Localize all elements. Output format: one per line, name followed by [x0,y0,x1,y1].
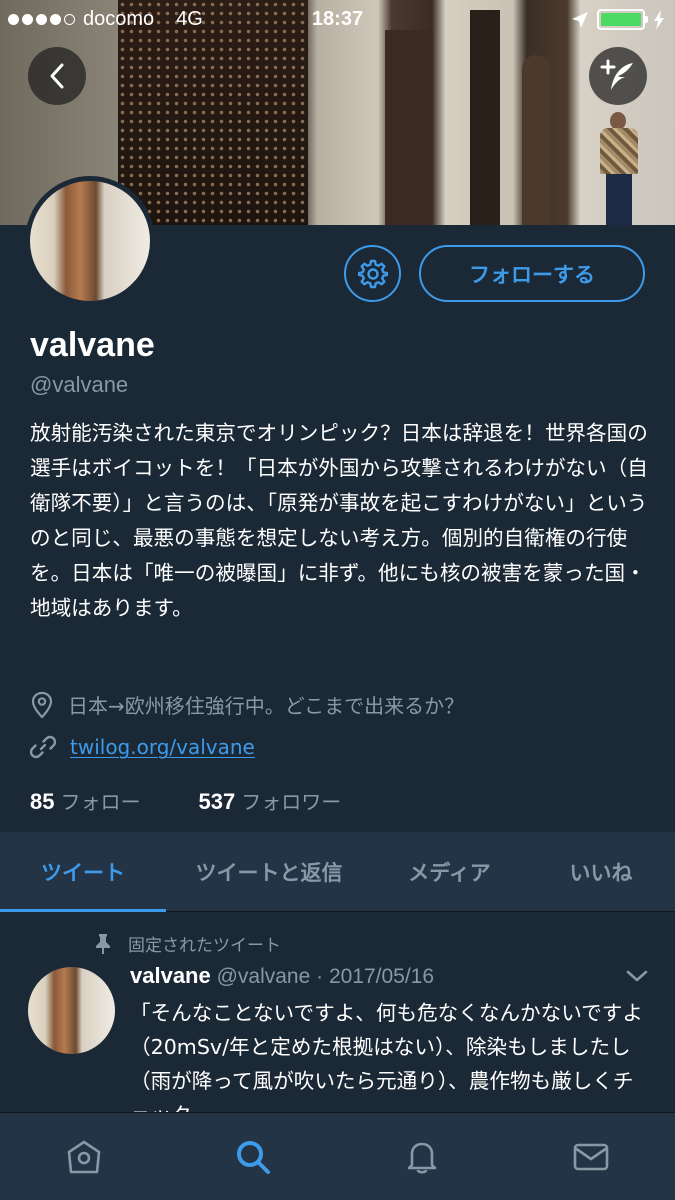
tab-tweets-and-replies[interactable]: ツイートと返信 [166,832,372,911]
pinned-label-text: 固定されたツイート [128,936,281,956]
nav-home[interactable] [44,1127,124,1187]
nav-search[interactable] [213,1127,293,1187]
tab-likes[interactable]: いいね [527,832,675,911]
tab-tweets[interactable]: ツイート [0,832,166,912]
following-label: フォロー [60,790,141,814]
profile-bio: 放射能汚染された東京でオリンピック？日本は辞退を！世界各国の選手はボイコットを！… [30,421,648,620]
location-text: 日本→欧州移住強行中。どこまで出来るか？ [68,694,465,718]
bottom-nav [0,1112,675,1200]
home-icon [68,1140,101,1173]
location-pin-icon [31,691,53,719]
pinned-tweet-label: 固定されたツイート [94,931,281,956]
location-arrow-icon [572,11,588,28]
follow-button[interactable]: フォローする [419,245,645,302]
profile-tabs: ツイート ツイートと返信 メディア いいね [0,832,675,912]
link-row: twilog.org/valvane [30,734,255,760]
status-bar: docomo 4G 18:37 [0,0,675,40]
followers-label: フォロワー [241,790,342,814]
profile-link[interactable]: twilog.org/valvane [70,735,255,759]
location-row: 日本→欧州移住強行中。どこまで出来るか？ [30,690,464,719]
banner-door [470,10,500,225]
pin-icon [96,933,110,954]
link-icon [30,735,56,759]
settings-button[interactable] [344,245,401,302]
following-count[interactable]: 85 フォロー [30,786,140,815]
tweet-author-avatar[interactable] [28,967,115,1054]
tweet-handle-date: @valvane · 2017/05/16 [216,965,435,988]
profile-avatar[interactable] [25,176,155,306]
banner-person [598,112,640,225]
mail-icon [573,1143,608,1170]
following-number: 85 [30,789,55,814]
follow-counts: 85 フォロー 537 フォロワー [30,786,341,815]
battery-icon [597,9,648,30]
banner-door [522,55,550,225]
back-button[interactable] [28,47,86,105]
banner-door [385,30,433,225]
nav-messages[interactable] [551,1127,631,1187]
tab-media[interactable]: メディア [372,832,527,911]
back-arrow-icon [50,63,64,89]
charging-bolt-icon [654,9,664,30]
bell-icon [407,1142,437,1174]
chevron-down-icon [626,970,648,982]
nav-notifications[interactable] [382,1127,462,1187]
display-name: valvane [30,326,155,364]
status-right [571,9,665,30]
followers-count[interactable]: 537 フォロワー [198,786,341,815]
compose-tweet-button[interactable] [589,47,647,105]
search-icon [237,1140,271,1174]
gear-icon [357,259,388,288]
tweet-menu-button[interactable] [625,968,649,988]
followers-number: 537 [198,789,236,814]
tweet-author-name[interactable]: valvane [130,963,211,988]
compose-tweet-icon [600,59,633,90]
tweet-header: valvane @valvane · 2017/05/16 [130,963,434,989]
user-handle: @valvane [30,372,129,397]
